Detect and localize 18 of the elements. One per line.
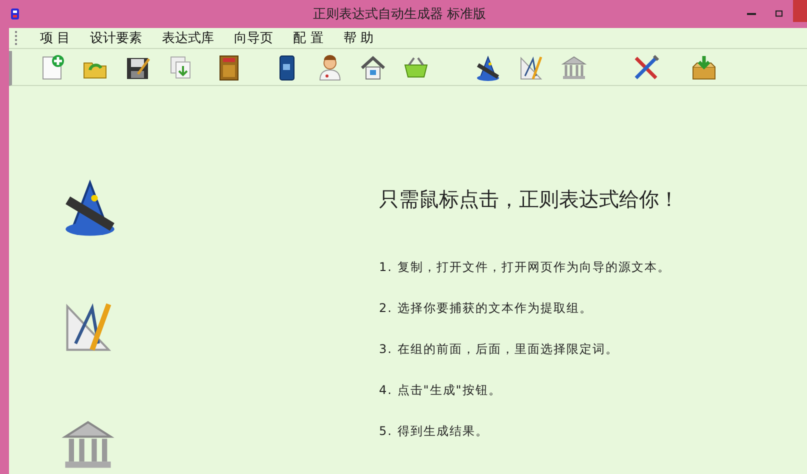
heading: 只需鼠标点击，正则表达式给你！	[379, 186, 680, 213]
menu-item[interactable]: 帮 助	[343, 29, 374, 48]
menu-item[interactable]: 项 目	[40, 29, 70, 48]
minimize-icon	[746, 13, 756, 15]
app-logo-icon	[8, 6, 22, 22]
step-text: 4. 点击"生成"按钮。	[379, 382, 502, 399]
step-text: 5. 得到生成结果。	[379, 423, 490, 440]
step-text: 1. 复制，打开文件，打开网页作为向导的源文本。	[379, 259, 672, 276]
window-title: 正则表达式自动生成器 标准版	[312, 6, 488, 23]
menu-item[interactable]: 表达式库	[162, 29, 214, 48]
menu-item[interactable]: 设计要素	[90, 29, 142, 48]
menu-item[interactable]: 配 置	[293, 29, 324, 48]
step-text: 2. 选择你要捕获的文本作为提取组。	[379, 300, 594, 317]
wizard-hat-icon	[474, 54, 502, 82]
box-download-icon	[690, 54, 718, 82]
menu-item[interactable]: 向导页	[234, 29, 274, 48]
house-icon	[359, 54, 387, 82]
step-text: 3. 在组的前面，后面，里面选择限定词。	[379, 341, 620, 358]
